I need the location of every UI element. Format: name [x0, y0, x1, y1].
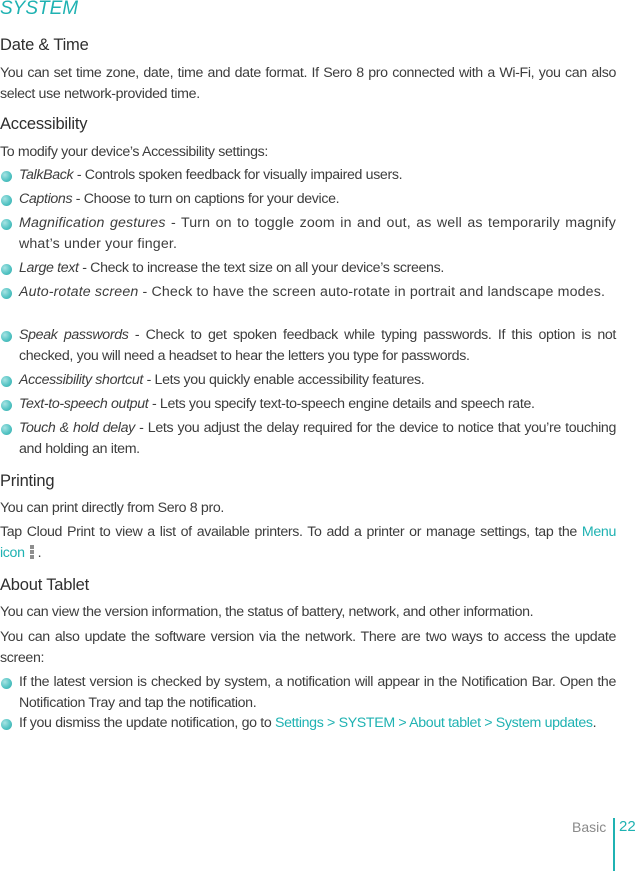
item-term: Speak passwords [19, 327, 129, 343]
printing-body-1: You can print directly from Sero 8 pro. [0, 500, 224, 516]
item-desc: - Lets you specify text-to-speech engine… [148, 396, 535, 412]
item-desc: - Controls spoken feedback for visually … [73, 167, 403, 183]
item-term: Touch & hold delay [19, 420, 135, 436]
date-time-body: You can set time zone, date, time and da… [0, 65, 616, 102]
bullet-icon [1, 288, 12, 299]
item-desc: - Choose to turn on captions for your de… [72, 191, 340, 207]
item-desc: - Check to have the screen auto-rotate i… [138, 284, 606, 300]
item-term: Accessibility shortcut [19, 372, 143, 388]
heading-date-time: Date & Time [0, 36, 89, 54]
section-title: SYSTEM [0, 0, 79, 19]
item-text-end: . [592, 715, 597, 731]
page-number: 22 [619, 818, 636, 835]
item-desc: - Check to increase the text size on all… [78, 260, 444, 276]
footer-divider [613, 818, 615, 871]
printing-body-2-end: . [37, 544, 42, 561]
item-term: TalkBack [19, 167, 74, 183]
bullet-icon [1, 719, 12, 730]
item-term: Magnification gestures [19, 215, 166, 231]
item-term: Text-to-speech output [19, 396, 149, 412]
item-term: Large text [19, 260, 79, 276]
bullet-icon [1, 264, 12, 275]
bullet-icon [1, 376, 12, 387]
heading-accessibility: Accessibility [0, 115, 88, 133]
footer-chapter-label: Basic [572, 819, 607, 835]
item-desc: - Lets you quickly enable accessibility … [142, 372, 425, 388]
heading-about-tablet: About Tablet [0, 576, 90, 594]
item-text: If you dismiss the update notification, … [19, 715, 275, 731]
menu-overflow-icon [29, 544, 35, 560]
settings-path-link[interactable]: Settings > SYSTEM > About tablet > Syste… [275, 715, 593, 731]
accessibility-intro: To modify your device’s Accessibility se… [0, 144, 268, 160]
heading-printing: Printing [0, 472, 55, 490]
item-text: If the latest version is checked by syst… [19, 674, 616, 711]
bullet-icon [1, 400, 12, 411]
bullet-icon [1, 424, 12, 435]
item-term: Captions [19, 191, 73, 207]
printing-body-2: Tap Cloud Print to view a list of availa… [0, 522, 616, 563]
bullet-icon [1, 195, 12, 206]
bullet-icon [1, 171, 12, 182]
about-tablet-body-2: You can also update the software version… [0, 629, 616, 666]
bullet-icon [1, 219, 12, 230]
printing-body-2-text: Tap Cloud Print to view a list of availa… [0, 524, 582, 540]
bullet-icon [1, 678, 12, 689]
about-tablet-body-1: You can view the version information, th… [0, 604, 534, 620]
bullet-icon [1, 331, 12, 342]
item-term: Auto-rotate screen [19, 284, 139, 300]
